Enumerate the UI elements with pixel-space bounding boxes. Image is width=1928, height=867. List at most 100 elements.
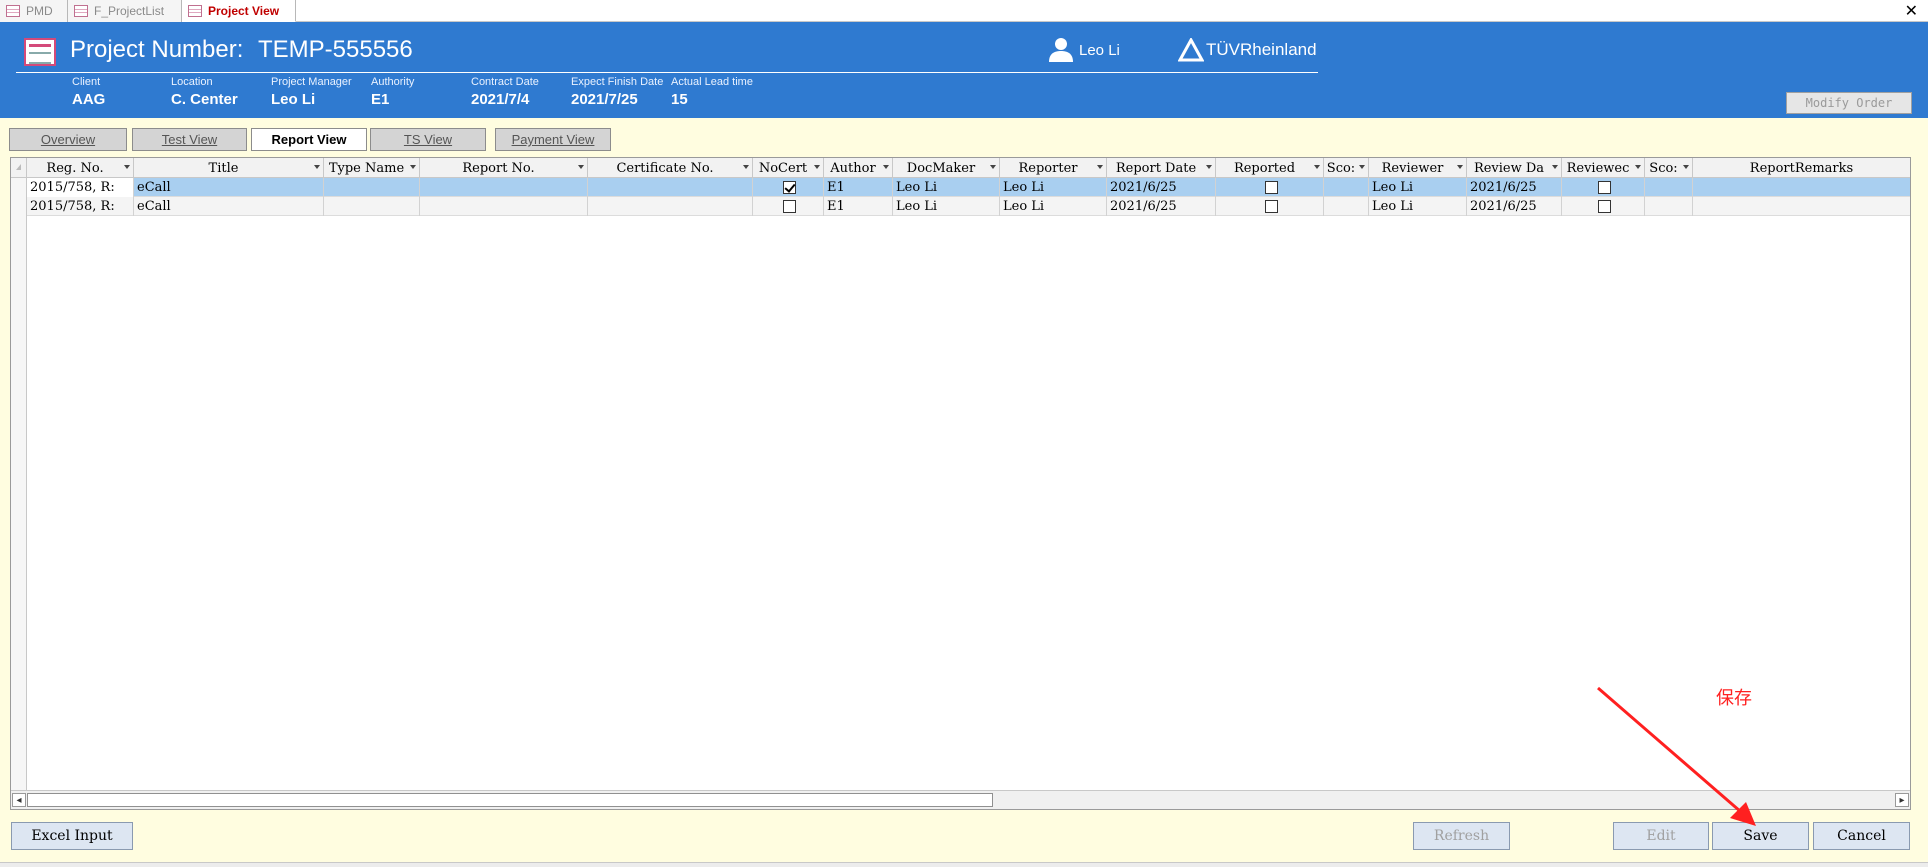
nocert-checkbox[interactable] <box>783 181 796 194</box>
table-row[interactable]: 2015/758, R: eCall E1 Leo Li Leo Li 2021… <box>27 178 1910 197</box>
column-header-report-remarks[interactable]: ReportRemarks <box>1693 158 1910 178</box>
dropdown-arrow-icon[interactable] <box>124 165 130 169</box>
cell-review-date[interactable]: 2021/6/25 <box>1467 197 1562 216</box>
cell-report-date[interactable]: 2021/6/25 <box>1107 178 1216 197</box>
cell-reviewer[interactable]: Leo Li <box>1369 197 1467 216</box>
cell-certificate-no[interactable] <box>588 197 753 216</box>
scroll-left-icon[interactable]: ◂ <box>12 793 26 807</box>
project-number-label: Project Number: <box>70 36 244 63</box>
cell-score-1[interactable] <box>1324 197 1369 216</box>
dropdown-arrow-icon[interactable] <box>1314 165 1320 169</box>
tab-overview[interactable]: Overview <box>9 128 127 151</box>
column-header-score-1[interactable]: Sco: <box>1324 158 1369 178</box>
cell-reviewed[interactable] <box>1562 197 1645 216</box>
reviewed-checkbox[interactable] <box>1598 181 1611 194</box>
column-header-review-date[interactable]: Review Da <box>1467 158 1562 178</box>
column-header-label: Certificate No. <box>616 160 714 176</box>
reported-checkbox[interactable] <box>1264 181 1278 194</box>
column-header-report-date[interactable]: Report Date <box>1107 158 1216 178</box>
cell-reg-no[interactable]: 2015/758, R: <box>27 197 134 216</box>
cell-reporter[interactable]: Leo Li <box>1000 197 1107 216</box>
column-header-reporter[interactable]: Reporter <box>1000 158 1107 178</box>
info-authority: Authority E1 <box>371 76 414 108</box>
column-header-type-name[interactable]: Type Name <box>324 158 420 178</box>
cell-score-2[interactable] <box>1645 197 1693 216</box>
cell-report-no[interactable] <box>420 178 588 197</box>
info-label: Expect Finish Date <box>571 76 664 88</box>
doc-tab-pmd[interactable]: PMD <box>0 0 68 22</box>
dropdown-arrow-icon[interactable] <box>814 165 820 169</box>
dropdown-arrow-icon[interactable] <box>1359 165 1365 169</box>
refresh-button[interactable]: Refresh <box>1413 822 1510 850</box>
cell-report-date[interactable]: 2021/6/25 <box>1107 197 1216 216</box>
dropdown-arrow-icon[interactable] <box>1097 165 1103 169</box>
cell-score-2[interactable] <box>1645 178 1693 197</box>
cell-report-no[interactable] <box>420 197 588 216</box>
column-header-reported[interactable]: Reported <box>1216 158 1324 178</box>
tab-payment-view[interactable]: Payment View <box>495 128 611 151</box>
info-value: Leo Li <box>271 91 316 108</box>
cell-title[interactable]: eCall <box>134 178 324 197</box>
column-header-nocert[interactable]: NoCert <box>753 158 824 178</box>
dropdown-arrow-icon[interactable] <box>314 165 320 169</box>
column-header-certificate-no[interactable]: Certificate No. <box>588 158 753 178</box>
info-value: 15 <box>671 91 688 108</box>
dropdown-arrow-icon[interactable] <box>1457 165 1463 169</box>
column-header-reviewed[interactable]: Reviewec <box>1562 158 1645 178</box>
cell-docmaker[interactable]: Leo Li <box>893 197 1000 216</box>
cell-reg-no[interactable]: 2015/758, R: <box>27 178 134 197</box>
scrollbar-thumb[interactable] <box>27 793 993 807</box>
cell-reported[interactable] <box>1216 178 1324 197</box>
cell-nocert[interactable] <box>753 197 824 216</box>
modify-order-button[interactable]: Modify Order <box>1786 92 1912 114</box>
column-header-label: Report Date <box>1115 160 1197 176</box>
dropdown-arrow-icon[interactable] <box>1683 165 1689 169</box>
cell-title[interactable]: eCall <box>134 197 324 216</box>
table-row[interactable]: 2015/758, R: eCall E1 Leo Li Leo Li 2021… <box>27 197 1910 216</box>
cell-report-remarks[interactable] <box>1693 197 1910 216</box>
cell-report-remarks[interactable] <box>1693 178 1910 197</box>
cell-author[interactable]: E1 <box>824 197 893 216</box>
column-header-score-2[interactable]: Sco: <box>1645 158 1693 178</box>
dropdown-arrow-icon[interactable] <box>1635 165 1641 169</box>
excel-input-button[interactable]: Excel Input <box>11 822 133 850</box>
column-header-author[interactable]: Author <box>824 158 893 178</box>
column-header-reviewer[interactable]: Reviewer <box>1369 158 1467 178</box>
cell-author[interactable]: E1 <box>824 178 893 197</box>
column-header-docmaker[interactable]: DocMaker <box>893 158 1000 178</box>
tab-report-view[interactable]: Report View <box>251 128 367 151</box>
cell-type-name[interactable] <box>324 197 420 216</box>
scroll-right-icon[interactable]: ▸ <box>1895 793 1909 807</box>
cell-reviewed[interactable] <box>1562 178 1645 197</box>
tuv-logo: TÜVRheinland <box>1178 36 1317 64</box>
select-all-corner[interactable] <box>11 158 27 178</box>
close-icon[interactable]: ✕ <box>1905 1 1918 21</box>
cell-docmaker[interactable]: Leo Li <box>893 178 1000 197</box>
column-header-report-no[interactable]: Report No. <box>420 158 588 178</box>
reviewed-checkbox[interactable] <box>1598 200 1611 213</box>
cell-type-name[interactable] <box>324 178 420 197</box>
dropdown-arrow-icon[interactable] <box>743 165 749 169</box>
cell-score-1[interactable] <box>1324 178 1369 197</box>
reported-checkbox[interactable] <box>1264 200 1278 213</box>
dropdown-arrow-icon[interactable] <box>990 165 996 169</box>
tab-ts-view[interactable]: TS View <box>370 128 486 151</box>
cancel-button[interactable]: Cancel <box>1813 822 1910 850</box>
dropdown-arrow-icon[interactable] <box>578 165 584 169</box>
nocert-checkbox[interactable] <box>783 200 796 213</box>
dropdown-arrow-icon[interactable] <box>1552 165 1558 169</box>
cell-reporter[interactable]: Leo Li <box>1000 178 1107 197</box>
dropdown-arrow-icon[interactable] <box>1206 165 1212 169</box>
doc-tab-project-view[interactable]: Project View <box>182 0 296 22</box>
cell-nocert[interactable] <box>753 178 824 197</box>
cell-reviewer[interactable]: Leo Li <box>1369 178 1467 197</box>
dropdown-arrow-icon[interactable] <box>410 165 416 169</box>
doc-tab-f-projectlist[interactable]: F_ProjectList <box>68 0 182 22</box>
column-header-reg-no[interactable]: Reg. No. <box>27 158 134 178</box>
cell-certificate-no[interactable] <box>588 178 753 197</box>
dropdown-arrow-icon[interactable] <box>883 165 889 169</box>
cell-reported[interactable] <box>1216 197 1324 216</box>
cell-review-date[interactable]: 2021/6/25 <box>1467 178 1562 197</box>
tab-test-view[interactable]: Test View <box>132 128 247 151</box>
column-header-title[interactable]: Title <box>134 158 324 178</box>
